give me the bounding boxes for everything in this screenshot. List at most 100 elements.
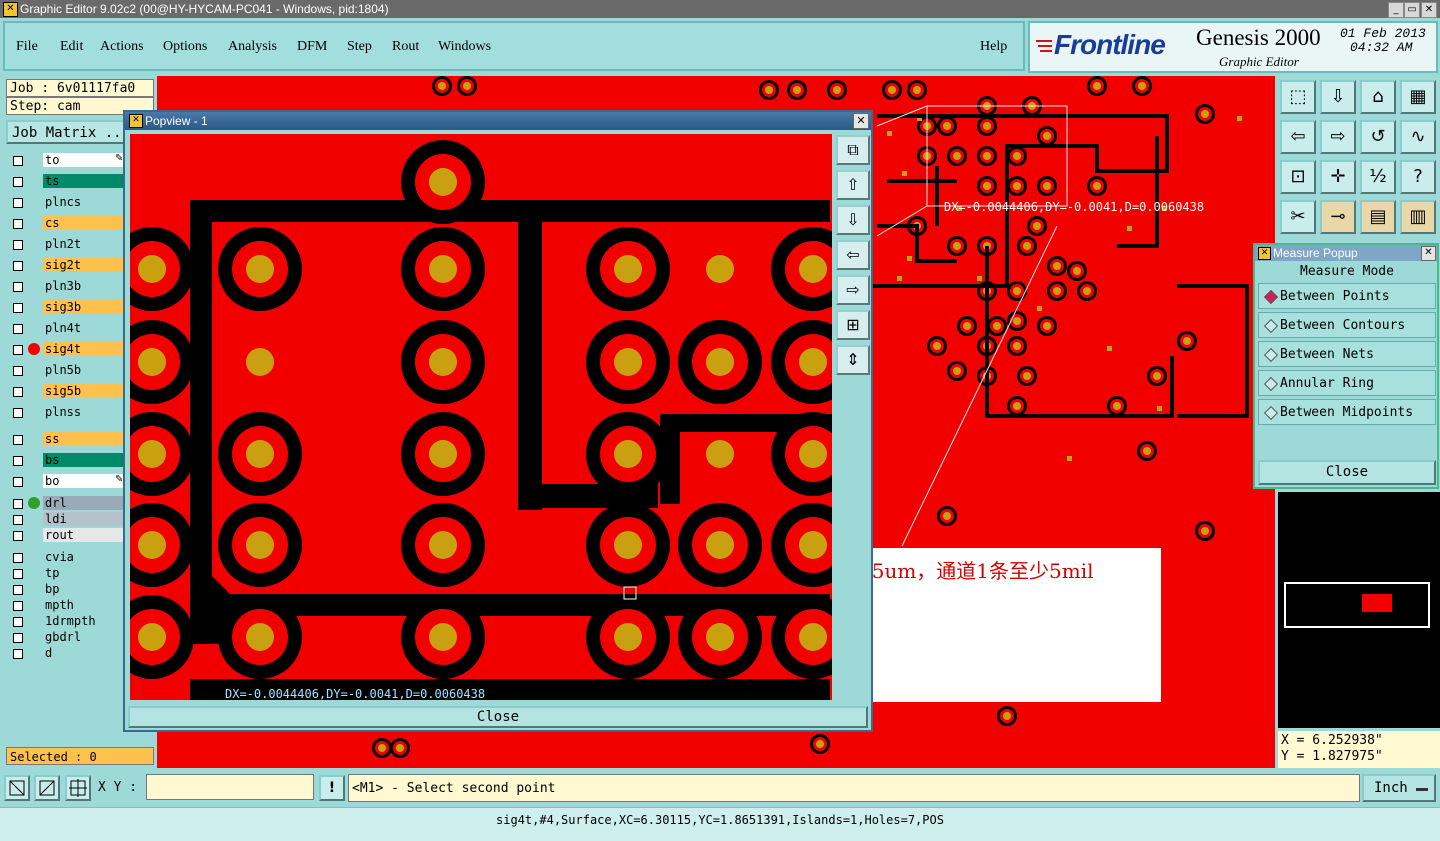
layer-name[interactable]: pln2t [43,237,125,251]
help-icon[interactable]: ? [1400,160,1436,194]
layer-name[interactable]: plncs [43,195,125,209]
measure-close-icon[interactable]: ✕ [1421,246,1436,261]
layer-checkbox[interactable] [13,282,23,292]
layer-row[interactable]: pln2t [9,237,125,252]
layer-checkbox[interactable] [13,633,23,643]
popview-titlebar[interactable]: ✕ Popview - 1 ✕ [125,112,871,130]
layer-row[interactable]: bs [9,453,125,468]
measure-option[interactable]: Between Nets [1258,341,1436,367]
layer-checkbox[interactable] [13,177,23,187]
layer-name[interactable]: bp [43,582,125,596]
center-icon[interactable]: ✛ [1320,160,1356,194]
layer-row[interactable]: pln5b [9,363,125,378]
left-icon[interactable]: ⇦ [836,240,870,270]
layer-checkbox[interactable] [13,585,23,595]
snapshot-icon[interactable]: ⧉ [836,135,870,165]
layer-name[interactable]: mpth [43,598,125,612]
layer-checkbox[interactable] [13,366,23,376]
layer-name[interactable]: tp [43,566,125,580]
layer-checkbox[interactable] [13,345,23,355]
popview-window[interactable]: ✕ Popview - 1 ✕ DX=-0.0044406,DY=-0.0041… [123,110,873,732]
zoom-home-icon[interactable]: ⬚ [1280,80,1316,114]
scale-icon[interactable]: ½ [1360,160,1396,194]
menu-actions[interactable]: Actions [100,39,144,55]
menu-options[interactable]: Options [163,39,207,55]
close-window-button[interactable]: ✕ [1421,2,1437,18]
layer-row[interactable]: gbdrl [9,630,125,645]
layer-checkbox[interactable] [13,601,23,611]
layer-row[interactable]: sig4t [9,342,125,357]
layer-checkbox[interactable] [13,408,23,418]
flip-icon[interactable]: ↺ [1360,120,1396,154]
menu-dfm[interactable]: DFM [297,39,327,55]
layer-row[interactable]: ts [9,174,125,189]
up-icon[interactable]: ⇧ [836,170,870,200]
measure-close-button[interactable]: Close [1258,460,1436,485]
layer-name[interactable]: bo [43,474,125,488]
layers-icon[interactable]: ▤ [1360,200,1396,234]
layer-checkbox[interactable] [13,499,23,509]
menu-help[interactable]: Help [980,39,1007,55]
overview-viewport[interactable] [1362,594,1392,612]
layer-row[interactable]: pln3b [9,279,125,294]
layer-checkbox[interactable] [13,303,23,313]
layer-row[interactable]: cvia [9,550,125,565]
grid-snap-icon[interactable] [34,775,60,801]
maximize-button[interactable]: ▭ [1404,2,1420,18]
measure-titlebar[interactable]: ✕ Measure Popup ✕ [1255,245,1437,261]
pan-left-icon[interactable]: ⇦ [1280,120,1316,154]
expand-icon[interactable]: ⇕ [836,345,870,375]
layer-row[interactable]: d [9,646,125,661]
popview-board[interactable]: DX=-0.0044406,DY=-0.0041,D=0.0060438 [130,134,832,700]
layer-row[interactable]: drl [9,496,125,511]
layer-row[interactable]: to ✎ [9,153,125,168]
layer-name[interactable]: sig4t [43,342,125,356]
layer-name[interactable]: ts [43,174,125,188]
center-snap-icon[interactable] [65,775,91,801]
layer-name[interactable]: sig3b [43,300,125,314]
layer-checkbox[interactable] [13,240,23,250]
menu-edit[interactable]: Edit [60,39,83,55]
layer-name[interactable]: sig2t [43,258,125,272]
layer-checkbox[interactable] [13,569,23,579]
down-icon[interactable]: ⇩ [836,205,870,235]
layer-row[interactable]: bo ✎ [9,474,125,489]
right-icon[interactable]: ⇨ [836,275,870,305]
layer-row[interactable]: plncs [9,195,125,210]
home-icon[interactable]: ⌂ [1360,80,1396,114]
layer-checkbox[interactable] [13,219,23,229]
popview-close-icon[interactable]: ✕ [853,113,869,129]
layer-checkbox[interactable] [13,515,23,525]
layer-row[interactable]: rout [9,528,125,543]
layer-checkbox[interactable] [13,435,23,445]
window-icon[interactable]: ▦ [1400,80,1436,114]
measure-option[interactable]: Annular Ring [1258,370,1436,396]
zoom-in-icon[interactable]: ⇩ [1320,80,1356,114]
menu-file[interactable]: File [16,39,38,55]
layer-name[interactable]: ss [43,432,125,446]
layer-name[interactable]: ldi [43,512,125,526]
menu-analysis[interactable]: Analysis [228,39,277,55]
layer-name[interactable]: cs [43,216,125,230]
layer-name[interactable]: rout [43,528,125,542]
layer-checkbox[interactable] [13,553,23,563]
overview-map[interactable] [1278,492,1440,728]
layer-row[interactable]: mpth [9,598,125,613]
layer-name[interactable]: plnss [43,405,125,419]
fit-icon[interactable]: ⊡ [1280,160,1316,194]
layer-name[interactable]: sig5b [43,384,125,398]
snap-icon[interactable] [4,775,30,801]
layers-alt-icon[interactable]: ▥ [1400,200,1436,234]
layer-row[interactable]: cs [9,216,125,231]
measure-option[interactable]: Between Contours [1258,312,1436,338]
layer-name[interactable]: gbdrl [43,630,125,644]
message-icon[interactable]: ! [319,775,345,801]
units-selector[interactable]: Inch [1362,774,1436,802]
menu-windows[interactable]: Windows [438,39,491,55]
layer-checkbox[interactable] [13,477,23,487]
layer-checkbox[interactable] [13,387,23,397]
layer-name[interactable]: pln3b [43,279,125,293]
layer-name[interactable]: pln4t [43,321,125,335]
measure-option[interactable]: Between Points [1258,283,1436,309]
layer-checkbox[interactable] [13,324,23,334]
